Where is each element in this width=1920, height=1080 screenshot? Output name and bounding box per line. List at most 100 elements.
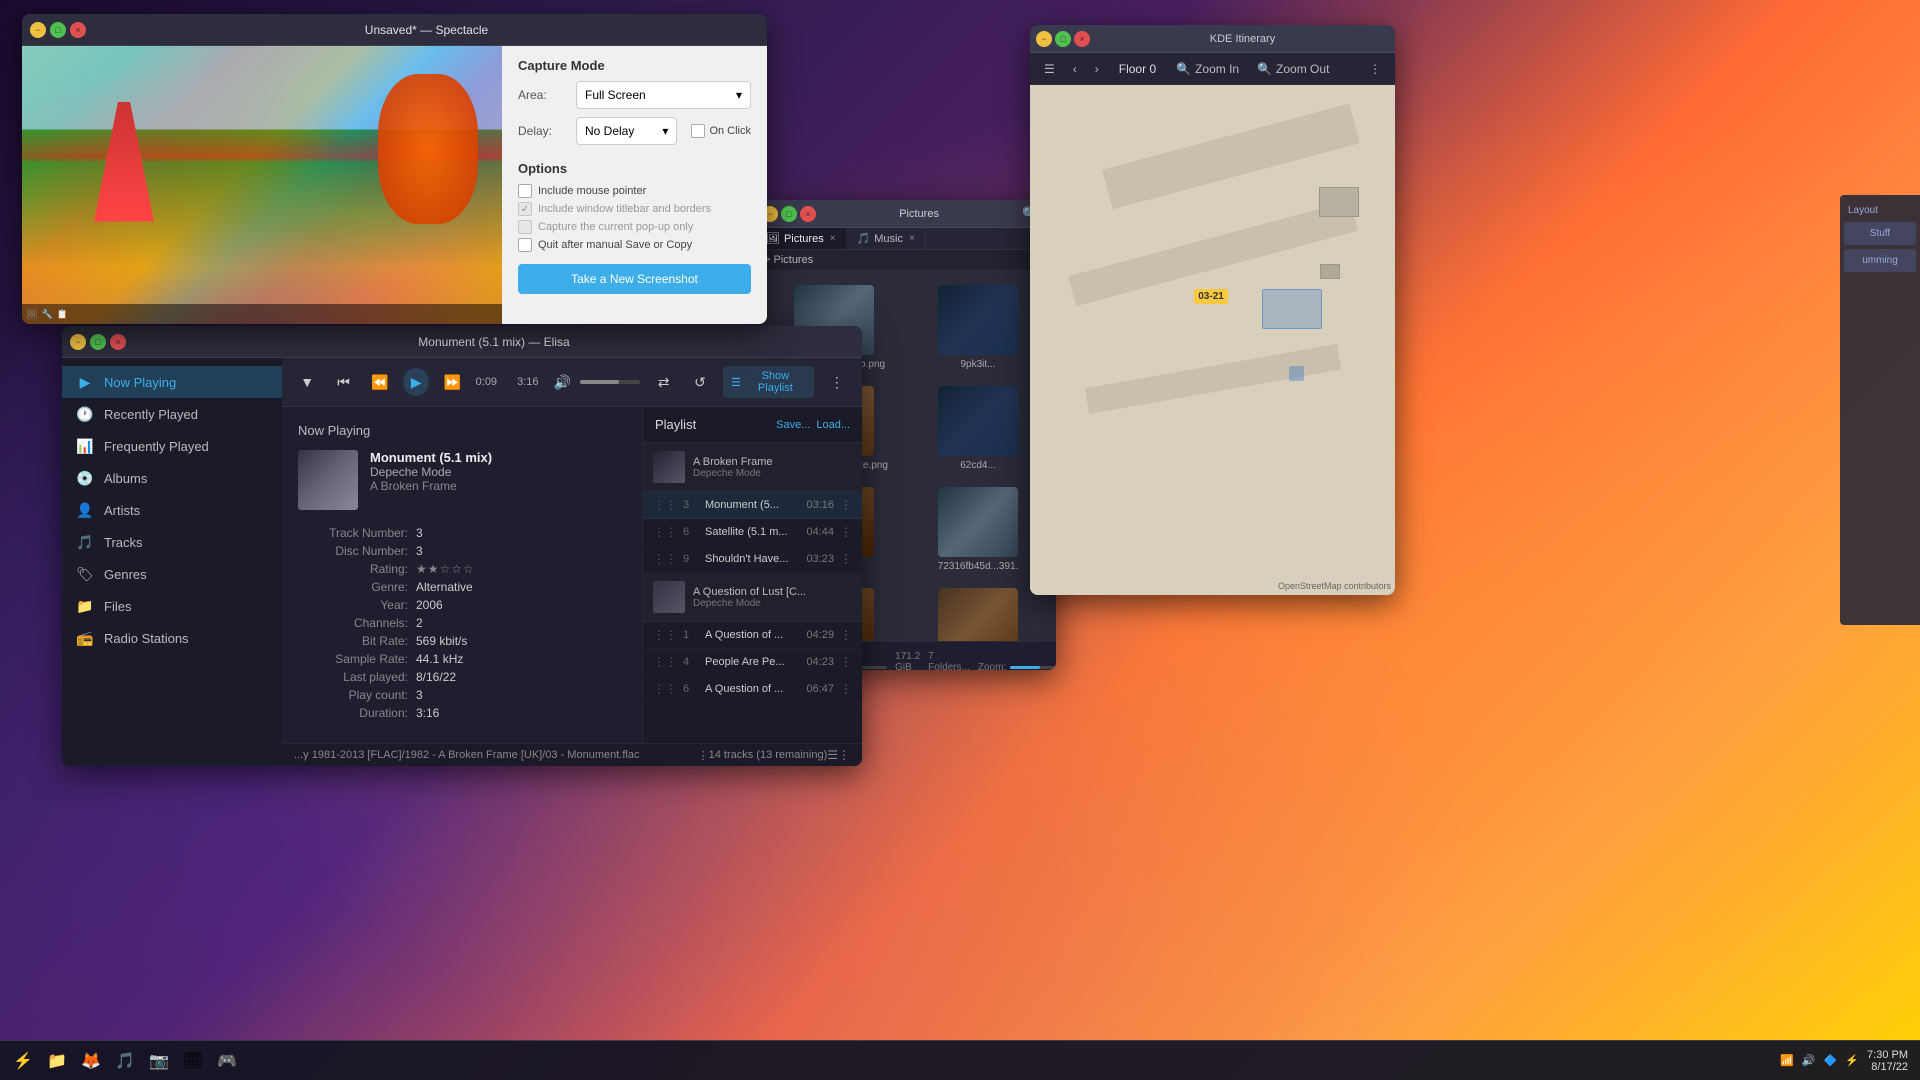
collapse-btn[interactable]: ▼ [294, 368, 320, 396]
track-info-1: Monument (5... [705, 499, 800, 511]
queue-btn[interactable]: ☰ [827, 748, 838, 762]
itinerary-back-btn[interactable]: ‹ [1067, 59, 1083, 79]
track-menu-6[interactable]: ⋮ [840, 682, 852, 696]
taskbar-icon-games[interactable]: 🎮 [212, 1046, 242, 1076]
file-item-6[interactable]: 72316fb45d...391. [908, 481, 1048, 578]
track-menu-5[interactable]: ⋮ [840, 655, 852, 669]
file-path: ...y 1981-2013 [FLAC]/1982 - A Broken Fr… [294, 749, 698, 761]
option4-checkbox[interactable] [518, 238, 532, 252]
itinerary-more-btn[interactable]: ⋮ [1363, 59, 1387, 79]
itinerary-minimize-btn[interactable]: − [1036, 31, 1052, 47]
option1-checkbox[interactable] [518, 184, 532, 198]
file-item-8[interactable]: c15ab24f086eb7fc.png [908, 582, 1048, 641]
sidebar-item-albums[interactable]: 💿 Albums [62, 462, 282, 494]
statusbar-more-btn[interactable]: ⋮ [838, 748, 850, 762]
area-select[interactable]: Full Screen ▾ [576, 81, 751, 109]
sidebar-item-artists[interactable]: 👤 Artists [62, 494, 282, 526]
repeat-btn[interactable]: ↺ [687, 368, 713, 396]
tab-music-close[interactable]: × [909, 233, 915, 244]
delay-select[interactable]: No Delay ▾ [576, 117, 677, 145]
track-menu-4[interactable]: ⋮ [840, 628, 852, 642]
on-click-checkbox[interactable] [691, 124, 705, 138]
playlist-album2-info: A Question of Lust [C... Depeche Mode [693, 586, 806, 609]
dolphin-tab-music[interactable]: 🎵 Music × [847, 228, 926, 249]
rp-button-1[interactable]: Stuff [1844, 222, 1916, 245]
track-menu-2[interactable]: ⋮ [840, 525, 852, 539]
shuffle-btn[interactable]: ⇄ [650, 368, 676, 396]
dolphin-tabs: 🖼 Pictures × 🎵 Music × [756, 228, 1056, 250]
zoom-slider-2[interactable] [1010, 666, 1056, 669]
track-menu-1[interactable]: ⋮ [840, 498, 852, 512]
playlist-track-6[interactable]: ⋮⋮ 6 A Question of ... 06:47 ⋮ [643, 676, 862, 703]
mute-btn[interactable]: 🔊 [548, 368, 576, 396]
sidebar-item-recently-played[interactable]: 🕐 Recently Played [62, 398, 282, 430]
elisa-window: − □ × Monument (5.1 mix) — Elisa ▶ Now P… [62, 326, 862, 766]
next-btn[interactable]: ⏩ [439, 368, 465, 396]
file-item-4[interactable]: 62cd4... [908, 380, 1048, 477]
file-item-2[interactable]: 9pk3it... [908, 279, 1048, 376]
show-playlist-btn[interactable]: ☰ Show Playlist [723, 366, 814, 398]
elisa-close-btn[interactable]: × [110, 334, 126, 350]
drag-icon-3: ⋮⋮ [653, 552, 677, 566]
prev-btn[interactable]: ⏮ [330, 368, 356, 396]
right-panel: Layout Stuff umming [1840, 195, 1920, 625]
zoom-out-btn[interactable]: 🔍 Zoom Out [1251, 59, 1335, 79]
more-btn[interactable]: ⋮ [824, 368, 850, 396]
playlist-load-btn[interactable]: Load... [816, 419, 850, 431]
sidebar-item-files[interactable]: 📁 Files [62, 590, 282, 622]
itinerary-map[interactable]: 03-21 OpenStreetMap contributors [1030, 85, 1395, 595]
track-num-5: 4 [683, 656, 699, 668]
statusbar-menu[interactable]: ⋮ [698, 749, 709, 762]
play-btn[interactable]: ▶ [403, 368, 429, 396]
itinerary-maximize-btn[interactable]: □ [1055, 31, 1071, 47]
itinerary-forward-btn[interactable]: › [1089, 59, 1105, 79]
itinerary-title: KDE Itinerary [1096, 33, 1389, 45]
zoom-in-btn[interactable]: 🔍 Zoom In [1170, 59, 1245, 79]
track-num-2: 6 [683, 526, 699, 538]
take-screenshot-button[interactable]: Take a New Screenshot [518, 264, 751, 294]
floor-label: Floor 0 [1111, 59, 1164, 79]
sidebar-item-now-playing[interactable]: ▶ Now Playing [62, 366, 282, 398]
playlist-save-btn[interactable]: Save... [776, 419, 810, 431]
elisa-minimize-btn[interactable]: − [70, 334, 86, 350]
prev-track-btn[interactable]: ⏪ [367, 368, 393, 396]
itinerary-close-btn[interactable]: × [1074, 31, 1090, 47]
taskbar-icon-files[interactable]: 📁 [42, 1046, 72, 1076]
dolphin-title: Pictures [816, 208, 1022, 220]
volume-bar[interactable] [580, 380, 640, 384]
spectacle-maximize-btn[interactable]: □ [50, 22, 66, 38]
elisa-maximize-btn[interactable]: □ [90, 334, 106, 350]
option1-row[interactable]: Include mouse pointer [518, 184, 751, 198]
bitrate-key: Bit Rate: [298, 634, 408, 648]
spectacle-minimize-btn[interactable]: − [30, 22, 46, 38]
sidebar-item-frequently-played[interactable]: 📊 Frequently Played [62, 430, 282, 462]
playlist-track-5[interactable]: ⋮⋮ 4 People Are Pe... 04:23 ⋮ [643, 649, 862, 676]
playlist-track-1[interactable]: ⋮⋮ 3 Monument (5... 03:16 ⋮ [643, 492, 862, 519]
track-menu-3[interactable]: ⋮ [840, 552, 852, 566]
tab-pictures-close[interactable]: × [830, 233, 836, 244]
spectacle-close-btn[interactable]: × [70, 22, 86, 38]
sidebar-item-genres[interactable]: 🏷 Genres [62, 558, 282, 590]
meta-duration: Duration: 3:16 [298, 706, 626, 720]
taskbar-icon-music[interactable]: 🎵 [110, 1046, 140, 1076]
taskbar-icon-calendar[interactable]: 🗓 [178, 1046, 208, 1076]
on-click-check[interactable]: On Click [691, 124, 751, 138]
taskbar-icon-firefox[interactable]: 🦊 [76, 1046, 106, 1076]
playlist-track-3[interactable]: ⋮⋮ 9 Shouldn't Have... 03:23 ⋮ [643, 546, 862, 573]
dolphin-maximize-btn[interactable]: □ [781, 206, 797, 222]
sidebar-item-tracks[interactable]: 🎵 Tracks [62, 526, 282, 558]
dolphin-close-btn[interactable]: × [800, 206, 816, 222]
playlist-track-4[interactable]: ⋮⋮ 1 A Question of ... 04:29 ⋮ [643, 622, 862, 649]
elisa-content-area: Now Playing Monument (5.1 mix) Depeche M… [282, 407, 862, 743]
playlist-album2-name: A Question of Lust [C... [693, 586, 806, 598]
itinerary-menu-btn[interactable]: ☰ [1038, 59, 1061, 79]
track-info-2: Satellite (5.1 m... [705, 526, 800, 538]
year-key: Year: [298, 598, 408, 612]
taskbar-icon-photos[interactable]: 📷 [144, 1046, 174, 1076]
playlist-track-2[interactable]: ⋮⋮ 6 Satellite (5.1 m... 04:44 ⋮ [643, 519, 862, 546]
option4-row[interactable]: Quit after manual Save or Copy [518, 238, 751, 252]
dolphin-tab-pictures[interactable]: 🖼 Pictures × [756, 228, 847, 249]
taskbar-icon-plasma[interactable]: ⚡ [8, 1046, 38, 1076]
rp-button-2[interactable]: umming [1844, 249, 1916, 272]
sidebar-item-radio[interactable]: 📻 Radio Stations [62, 622, 282, 654]
